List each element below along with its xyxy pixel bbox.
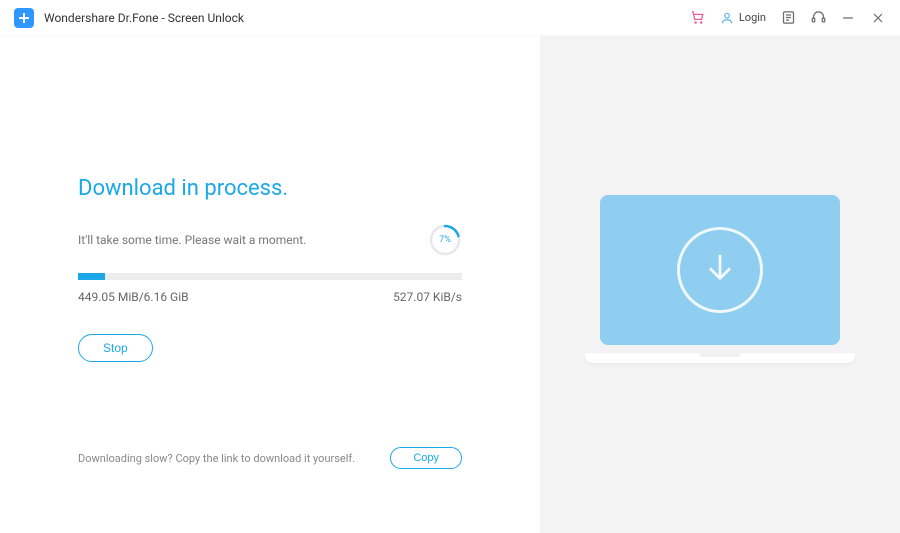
plus-icon xyxy=(18,12,30,24)
feedback-icon[interactable] xyxy=(780,10,796,26)
app-title: Wondershare Dr.Fone - Screen Unlock xyxy=(44,11,244,25)
left-panel: Download in process. It'll take some tim… xyxy=(0,36,540,533)
footer-row: Downloading slow? Copy the link to downl… xyxy=(78,447,462,469)
stop-button[interactable]: Stop xyxy=(78,334,153,362)
laptop-illustration xyxy=(590,195,850,375)
download-size: 449.05 MiB/6.16 GiB xyxy=(78,290,189,304)
progress-bar xyxy=(78,273,462,280)
laptop-screen xyxy=(600,195,840,345)
titlebar-controls: Login xyxy=(690,10,886,26)
login-button[interactable]: Login xyxy=(720,11,766,25)
login-label: Login xyxy=(739,11,766,24)
cart-icon[interactable] xyxy=(690,10,706,26)
app-logo xyxy=(14,8,34,28)
download-circle-icon xyxy=(677,227,763,313)
user-icon xyxy=(720,11,734,25)
progress-ring: 7% xyxy=(428,223,462,257)
support-icon[interactable] xyxy=(810,10,826,26)
progress-percent-label: 7% xyxy=(428,223,462,257)
minimize-button[interactable] xyxy=(840,10,856,26)
download-speed: 527.07 KiB/s xyxy=(393,290,462,304)
close-button[interactable] xyxy=(870,10,886,26)
titlebar: Wondershare Dr.Fone - Screen Unlock Logi… xyxy=(0,0,900,36)
slow-download-text: Downloading slow? Copy the link to downl… xyxy=(78,452,355,465)
main-content: Download in process. It'll take some tim… xyxy=(0,36,900,533)
wait-message: It'll take some time. Please wait a mome… xyxy=(78,233,306,247)
download-stats: 449.05 MiB/6.16 GiB 527.07 KiB/s xyxy=(78,290,462,304)
download-heading: Download in process. xyxy=(78,176,462,201)
copy-link-button[interactable]: Copy xyxy=(390,447,462,469)
progress-fill xyxy=(78,273,105,280)
subtext-row: It'll take some time. Please wait a mome… xyxy=(78,223,462,257)
download-arrow-icon xyxy=(700,250,740,290)
right-panel xyxy=(540,36,900,533)
laptop-base xyxy=(585,353,855,363)
